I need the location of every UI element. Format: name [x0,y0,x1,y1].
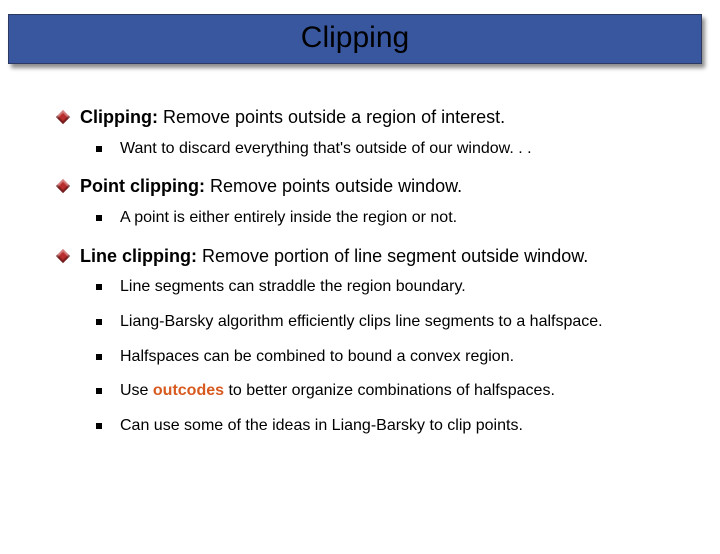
sub-bullet: A point is either entirely inside the re… [96,208,680,229]
diamond-icon [56,179,70,193]
title-bar: Clipping [8,14,702,64]
sub-bullet: Want to discard everything that's outsid… [96,139,680,160]
bullet-head-bold: Clipping: [80,107,158,127]
sub-text: A point is either entirely inside the re… [120,208,680,229]
sub-bullet: Liang-Barsky algorithm efficiently clips… [96,312,680,333]
square-icon [96,388,102,394]
square-icon [96,146,102,152]
sub-text: Want to discard everything that's outsid… [120,139,680,160]
bullet-line-clipping: Line clipping: Remove portion of line se… [58,245,680,437]
slide-title: Clipping [9,21,701,55]
square-icon [96,215,102,221]
square-icon [96,319,102,325]
bullet-point-clipping: Point clipping: Remove points outside wi… [58,175,680,228]
square-icon [96,423,102,429]
square-icon [96,354,102,360]
sub-text: Halfspaces can be combined to bound a co… [120,347,680,368]
bullet-clipping: Clipping: Remove points outside a region… [58,106,680,159]
highlight-outcodes: outcodes [153,382,224,399]
bullet-head-bold: Line clipping: [80,246,197,266]
sub-text: Line segments can straddle the region bo… [120,277,680,298]
slide: Clipping Clipping: Remove points outside… [0,14,720,554]
sub-bullet: Halfspaces can be combined to bound a co… [96,347,680,368]
bullet-head-rest: Remove points outside window. [205,176,462,196]
square-icon [96,284,102,290]
sub-text: Can use some of the ideas in Liang-Barsk… [120,416,680,437]
sub-text: Liang-Barsky algorithm efficiently clips… [120,312,680,333]
sub-bullet: Can use some of the ideas in Liang-Barsk… [96,416,680,437]
diamond-icon [56,249,70,263]
bullet-head-bold: Point clipping: [80,176,205,196]
sub-bullet: Use outcodes to better organize combinat… [96,381,680,402]
bullet-head-rest: Remove points outside a region of intere… [158,107,505,127]
bullet-head-rest: Remove portion of line segment outside w… [197,246,588,266]
slide-content: Clipping: Remove points outside a region… [0,64,720,437]
diamond-icon [56,110,70,124]
sub-text: Use outcodes to better organize combinat… [120,381,680,402]
sub-bullet: Line segments can straddle the region bo… [96,277,680,298]
